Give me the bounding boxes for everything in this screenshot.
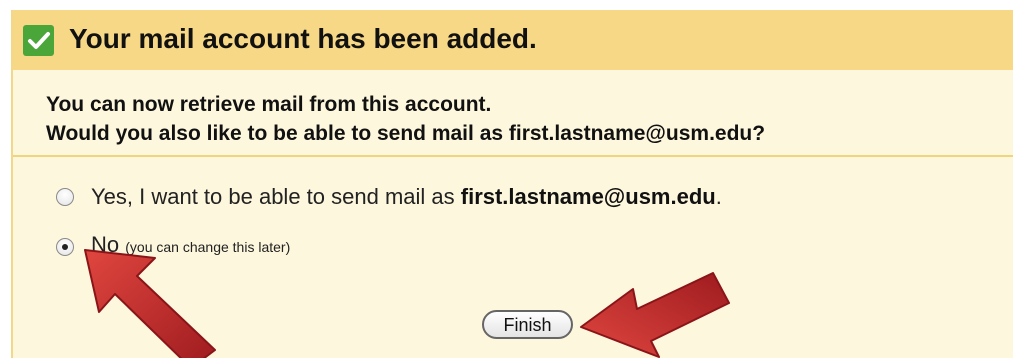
check-icon — [23, 25, 54, 56]
dialog-header: Your mail account has been added. — [13, 10, 1013, 70]
option-yes-suffix: . — [715, 184, 722, 209]
intro-text: You can now retrieve mail from this acco… — [46, 90, 765, 148]
red-arrow-icon — [580, 272, 730, 358]
account-added-dialog: Your mail account has been added. You ca… — [11, 10, 1013, 358]
radio-yes[interactable] — [56, 188, 74, 206]
divider — [13, 155, 1013, 157]
finish-button[interactable]: Finish — [482, 310, 573, 339]
option-yes-email: first.lastname@usm.edu — [460, 184, 716, 209]
intro-line-1: You can now retrieve mail from this acco… — [46, 93, 492, 116]
dialog-title: Your mail account has been added. — [69, 23, 537, 54]
option-yes-label[interactable]: Yes, I want to be able to send mail as f… — [91, 184, 722, 210]
intro-line-2: Would you also like to be able to send m… — [46, 122, 766, 145]
option-yes-prefix: Yes, I want to be able to send mail as — [91, 184, 461, 209]
red-arrow-icon — [84, 249, 216, 358]
